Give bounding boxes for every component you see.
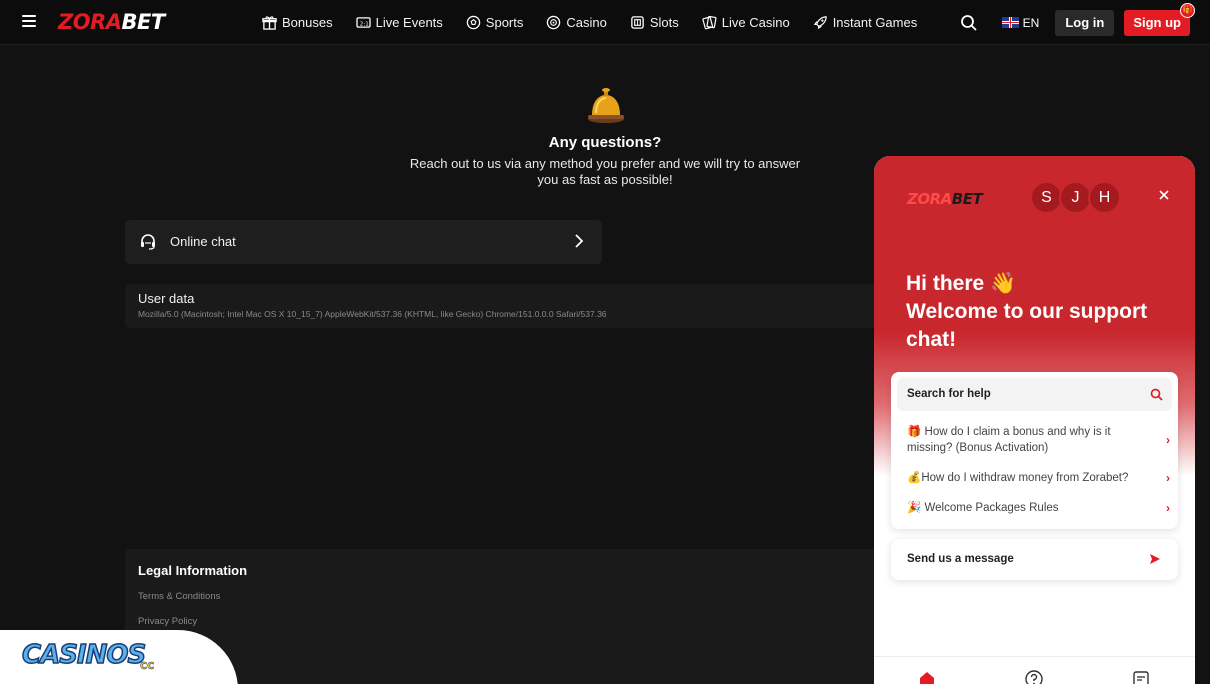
home-icon[interactable] — [917, 669, 937, 684]
messages-icon[interactable] — [1131, 669, 1151, 684]
nav-sports[interactable]: Sports — [466, 15, 524, 30]
login-button[interactable]: Log in — [1055, 9, 1115, 36]
online-chat-button[interactable]: Online chat — [125, 220, 602, 264]
terms-link[interactable]: Terms & Conditions — [138, 591, 220, 602]
search-help-input[interactable]: Search for help — [897, 378, 1172, 411]
nav-live-casino-label: Live Casino — [721, 15, 790, 30]
nav-bonuses-label: Bonuses — [282, 15, 333, 30]
greeting-line1: Hi there 👋 — [906, 272, 1017, 295]
online-chat-label: Online chat — [170, 234, 236, 249]
nav-instant-games-label: Instant Games — [832, 15, 918, 30]
search-help-label: Search for help — [907, 388, 991, 400]
privacy-policy-link[interactable]: Privacy Policy — [138, 616, 197, 627]
support-chat-widget: ZORABET S J H Hi there 👋 Welcome to our … — [874, 156, 1195, 684]
svg-text:2:1: 2:1 — [359, 21, 368, 27]
gift-icon — [262, 16, 277, 30]
chat-greeting: Hi there 👋 Welcome to our support chat! — [906, 270, 1176, 354]
chat-bottom-nav — [874, 656, 1195, 684]
nav-bonuses[interactable]: Bonuses — [262, 15, 333, 30]
faq-text: 🎉 Welcome Packages Rules — [907, 502, 1059, 514]
faq-text: 💰How do I withdraw money from Zorabet? — [907, 472, 1129, 484]
faq-text: 🎁 How do I claim a bonus and why is it m… — [907, 426, 1111, 454]
service-bell-icon — [588, 88, 624, 123]
main-nav: Bonuses 2:1 Live Events Sports Casino Sl… — [262, 0, 940, 45]
chevron-right-icon — [575, 234, 584, 248]
chat-logo-part1: ZORA — [907, 190, 952, 208]
signup-button[interactable]: Sign up 🎁 — [1124, 2, 1195, 36]
faq-item-bonus[interactable]: 🎁 How do I claim a bonus and why is it m… — [907, 424, 1170, 456]
avatar: H — [1088, 181, 1121, 214]
header-actions: EN Log in Sign up 🎁 — [960, 0, 1195, 45]
send-message-button[interactable]: Send us a message — [891, 539, 1178, 580]
nav-sports-label: Sports — [485, 15, 524, 30]
language-code: EN — [1022, 15, 1040, 30]
roulette-icon — [547, 15, 561, 30]
nav-slots-label: Slots — [649, 15, 679, 30]
nav-live-casino[interactable]: Live Casino — [702, 15, 790, 30]
user-data-title: User data — [138, 291, 195, 306]
chat-logo-part2: BET — [951, 190, 983, 208]
agent-avatars: S J H — [1030, 181, 1121, 214]
top-header: ZORABET Bonuses 2:1 Live Events Sports C… — [0, 0, 1210, 45]
send-message-label: Send us a message — [907, 553, 1014, 565]
nav-live-events-label: Live Events — [375, 15, 443, 30]
soccer-ball-icon — [466, 15, 481, 30]
casinos-watermark: CASINOS cc — [0, 630, 238, 684]
uk-flag-icon — [1001, 17, 1019, 28]
page-title: Any questions? — [548, 134, 662, 151]
search-icon[interactable] — [960, 14, 978, 32]
chat-brand-logo: ZORABET — [907, 190, 983, 208]
chevron-right-icon: › — [1166, 433, 1170, 447]
user-data-panel: User data Mozilla/5.0 (Macintosh; Intel … — [125, 284, 885, 328]
logo-text-part2: BET — [121, 10, 166, 34]
help-icon[interactable] — [1024, 669, 1044, 684]
send-icon — [1150, 554, 1160, 564]
logo-text-part1: ZORA — [58, 10, 122, 34]
rocket-icon — [813, 16, 827, 30]
scoreboard-icon: 2:1 — [355, 17, 371, 28]
nav-slots[interactable]: Slots — [630, 15, 679, 30]
legal-title: Legal Information — [138, 563, 248, 578]
language-selector[interactable]: EN — [1001, 15, 1040, 30]
close-icon[interactable] — [1157, 188, 1171, 202]
watermark-logo-text: CASINOS — [21, 639, 147, 671]
headset-icon — [141, 234, 155, 250]
chevron-right-icon: › — [1166, 471, 1170, 485]
nav-casino[interactable]: Casino — [546, 15, 607, 30]
hamburger-menu-icon[interactable] — [22, 15, 36, 29]
faq-item-withdraw[interactable]: 💰How do I withdraw money from Zorabet? › — [907, 470, 1170, 486]
cards-icon — [702, 15, 717, 30]
gift-badge-icon: 🎁 — [1180, 2, 1195, 18]
signup-label: Sign up — [1133, 14, 1181, 30]
slot-machine-icon — [631, 16, 644, 29]
chevron-right-icon: › — [1166, 501, 1170, 515]
greeting-line2: Welcome to our support chat! — [906, 300, 1148, 351]
search-icon — [1150, 388, 1163, 401]
user-agent-string: Mozilla/5.0 (Macintosh; Intel Mac OS X 1… — [138, 309, 607, 319]
brand-logo[interactable]: ZORABET — [58, 10, 165, 34]
nav-instant-games[interactable]: Instant Games — [813, 15, 918, 30]
faq-item-welcome-packages[interactable]: 🎉 Welcome Packages Rules › — [907, 500, 1170, 516]
page-subtitle: Reach out to us via any method you prefe… — [409, 156, 801, 187]
legal-information-panel: Legal Information Terms & Conditions Pri… — [125, 549, 885, 684]
nav-casino-label: Casino — [566, 15, 607, 30]
watermark-logo-suffix: cc — [140, 658, 155, 673]
help-card: Search for help 🎁 How do I claim a bonus… — [891, 372, 1178, 529]
nav-live-events[interactable]: 2:1 Live Events — [355, 15, 443, 30]
